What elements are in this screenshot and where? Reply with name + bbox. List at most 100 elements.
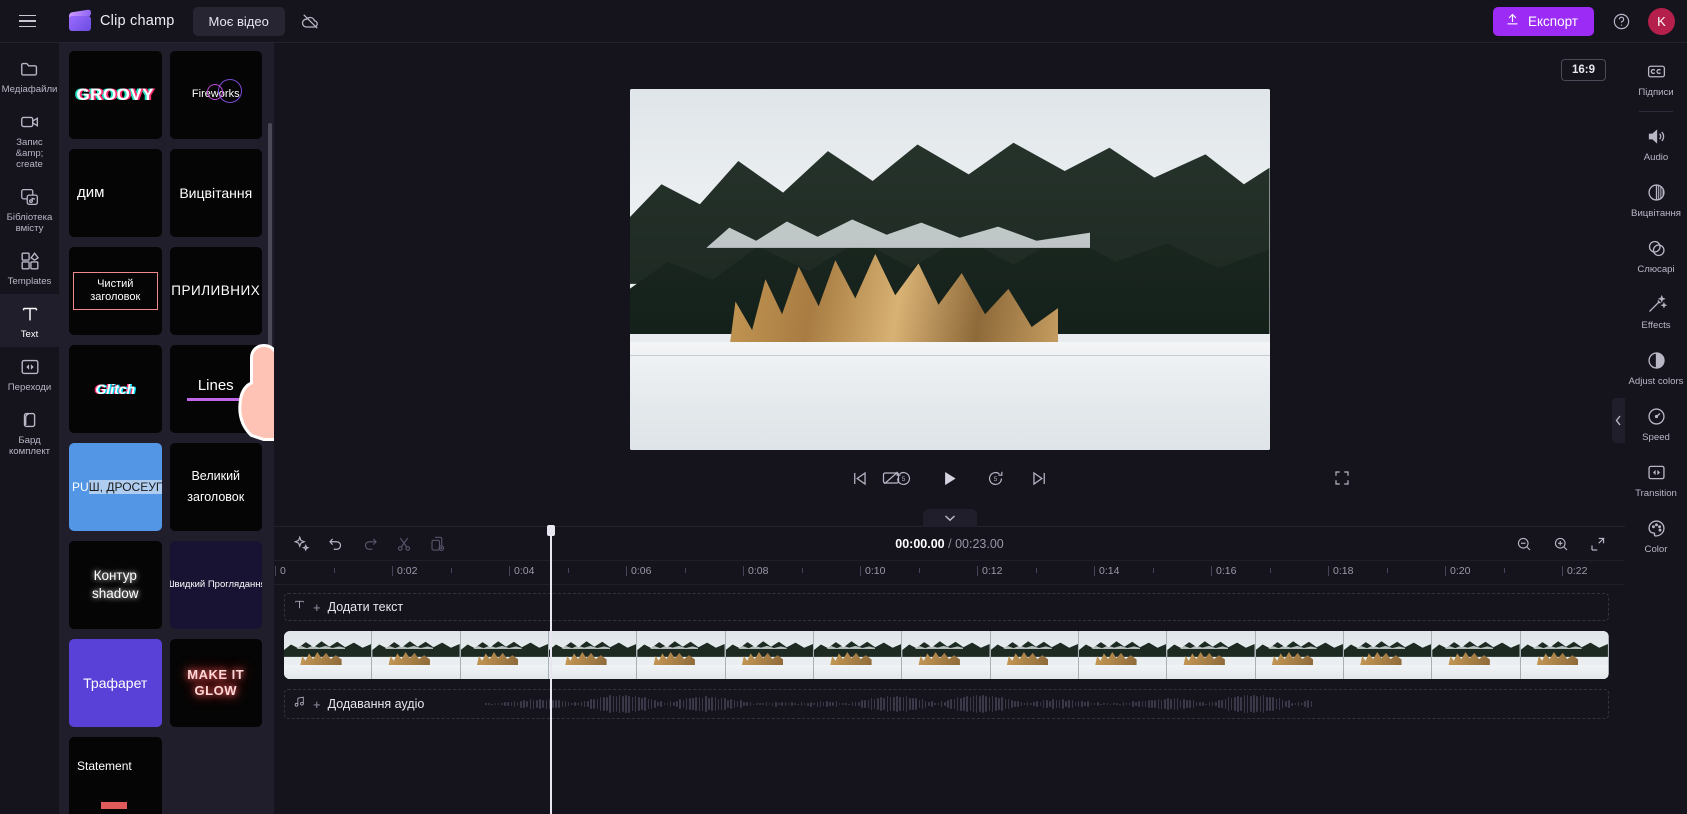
clip-thumbnail — [1520, 631, 1609, 679]
template-label: Вицвітання — [179, 184, 253, 201]
sidebar-item-templates[interactable]: Templates — [0, 241, 59, 294]
property-item-fade[interactable]: Вицвітання — [1625, 172, 1687, 228]
property-item-speed[interactable]: Speed — [1625, 396, 1687, 452]
export-button[interactable]: Експорт — [1492, 6, 1594, 36]
template-label: Чистий заголовок — [73, 272, 158, 310]
clip-thumbnail — [637, 631, 726, 679]
template-tile[interactable]: Glitch — [69, 345, 162, 433]
ruler-tick: 0:18 — [1328, 565, 1353, 577]
template-tile[interactable]: Statement — [69, 737, 162, 814]
sidebar-item-label: Бард комплект — [8, 435, 51, 457]
timeline-collapse-button[interactable] — [922, 509, 977, 527]
sidebar-item-content-library[interactable]: Бібліотека вмісту — [0, 177, 59, 241]
clip-thumbnail — [1255, 631, 1344, 679]
timeline-ruler[interactable]: 0 0:02 0:04 0:06 0:08 0:10 0:12 0:14 0:16 0:18 0:2… — [274, 561, 1625, 585]
panel-collapse-button[interactable] — [262, 398, 274, 443]
scissors-icon[interactable] — [392, 532, 415, 555]
property-item-transition[interactable]: Transition — [1625, 452, 1687, 508]
clip-thumbnail — [284, 631, 373, 679]
brand-logo-group[interactable]: Clip champ — [69, 9, 175, 31]
sidebar-item-transitions[interactable]: Переходи — [0, 347, 59, 400]
template-tile[interactable]: Чистий заголовок — [69, 247, 162, 335]
ruler-tick: 0:08 — [743, 565, 768, 577]
template-tile[interactable]: ПРИЛИВНИХ — [169, 247, 262, 335]
preview-area: 16:9 5 5 — [274, 43, 1625, 526]
property-item-adjust-colors[interactable]: Adjust colors — [1625, 340, 1687, 396]
template-label: Трафарет — [83, 674, 148, 691]
project-name-input[interactable]: Моє відео — [192, 6, 285, 36]
timeline-toolbar: 00:00.00 / 00:23.00 — [274, 527, 1625, 561]
template-tile[interactable]: дим — [69, 149, 162, 237]
text-track-placeholder[interactable]: + Додати текст — [284, 593, 1609, 621]
ruler-tick: 0:14 — [1094, 565, 1119, 577]
left-sidebar: Медіафайли Запис &amp; create Бібліотека… — [0, 43, 59, 814]
sidebar-item-record-create[interactable]: Запис &amp; create — [0, 102, 59, 177]
aspect-ratio-badge[interactable]: 16:9 — [1561, 59, 1606, 81]
ruler-tick: 0 — [275, 565, 286, 577]
cloud-off-icon[interactable] — [299, 9, 323, 33]
sidebar-item-label: Text — [20, 329, 39, 340]
folder-icon — [18, 57, 41, 80]
palette-icon — [1645, 517, 1668, 540]
forward-5s-icon[interactable]: 5 — [983, 465, 1009, 491]
sidebar-item-label: Медіафайли — [1, 84, 58, 95]
zoom-out-icon[interactable] — [1512, 532, 1535, 555]
stage-collapse-button[interactable] — [1612, 398, 1625, 443]
add-audio-label: Додавання аудіо — [327, 697, 425, 711]
hamburger-icon[interactable] — [10, 4, 44, 38]
template-label: ПРИЛИВНИХ — [171, 282, 261, 298]
ruler-tick: 0:04 — [509, 565, 534, 577]
timecode-separator: / — [948, 536, 952, 551]
template-tile[interactable]: Швидкий Проглядання — [169, 541, 262, 629]
ruler-tick: 0:20 — [1445, 565, 1470, 577]
template-tile[interactable]: PUШ, ДРОСЕУГ — [69, 443, 162, 531]
template-tile[interactable]: Трафарет — [69, 639, 162, 727]
template-label: Fireworks — [191, 88, 240, 101]
captions-off-icon[interactable] — [878, 465, 904, 491]
ruler-tick: 0:06 — [626, 565, 651, 577]
property-item-label: Transition — [1635, 488, 1677, 499]
property-item-color[interactable]: Color — [1625, 508, 1687, 564]
audio-track-placeholder[interactable]: + Додавання аудіо — [284, 689, 1609, 719]
template-tile[interactable]: Fireworks — [169, 51, 262, 139]
clip-thumbnail — [372, 631, 461, 679]
property-item-effects[interactable]: Effects — [1625, 284, 1687, 340]
add-audio-plus: + — [313, 696, 321, 712]
template-tile[interactable]: Lines — [169, 345, 262, 433]
video-clip[interactable] — [284, 631, 1609, 679]
duplicate-icon[interactable] — [426, 532, 449, 555]
zoom-in-icon[interactable] — [1549, 532, 1572, 555]
fullscreen-icon[interactable] — [1329, 465, 1355, 491]
avatar[interactable]: K — [1648, 7, 1675, 35]
playhead[interactable] — [547, 525, 554, 814]
template-tile[interactable]: GROOVY — [69, 51, 162, 139]
template-label: GROOVY — [76, 84, 155, 104]
template-tile[interactable]: Вицвітання — [169, 149, 262, 237]
video-preview[interactable] — [629, 89, 1270, 450]
skip-end-icon[interactable] — [1027, 465, 1053, 491]
sparkle-icon[interactable] — [290, 532, 313, 555]
export-button-label: Експорт — [1527, 13, 1578, 29]
text-icon — [18, 302, 41, 325]
panel-scrollbar[interactable] — [268, 123, 272, 353]
play-icon[interactable] — [935, 463, 965, 493]
ruler-tick: 0:10 — [860, 565, 885, 577]
timeline: 00:00.00 / 00:23.00 0 0:02 0:04 0:06 0:0… — [274, 509, 1625, 814]
template-underline — [186, 398, 245, 401]
redo-icon[interactable] — [358, 532, 381, 555]
template-tile[interactable]: Контур shadow — [69, 541, 162, 629]
property-item-label: Adjust colors — [1628, 376, 1684, 387]
ruler-tick: 0:02 — [392, 565, 417, 577]
undo-icon[interactable] — [324, 532, 347, 555]
template-tile[interactable]: Великий заголовок — [169, 443, 262, 531]
help-circle-icon[interactable] — [1606, 6, 1636, 36]
property-item-filters[interactable]: Слюсарі — [1625, 228, 1687, 284]
template-tile[interactable]: MAKE IT GLOW — [169, 639, 262, 727]
property-item-captions[interactable]: Підписи — [1625, 51, 1687, 107]
property-item-audio[interactable]: Audio — [1625, 116, 1687, 172]
skip-start-icon[interactable] — [847, 465, 873, 491]
sidebar-item-media[interactable]: Медіафайли — [0, 49, 59, 102]
fit-to-screen-icon[interactable] — [1586, 532, 1609, 555]
sidebar-item-brand-kit[interactable]: Бард комплект — [0, 400, 59, 464]
sidebar-item-text[interactable]: Text — [0, 294, 59, 347]
